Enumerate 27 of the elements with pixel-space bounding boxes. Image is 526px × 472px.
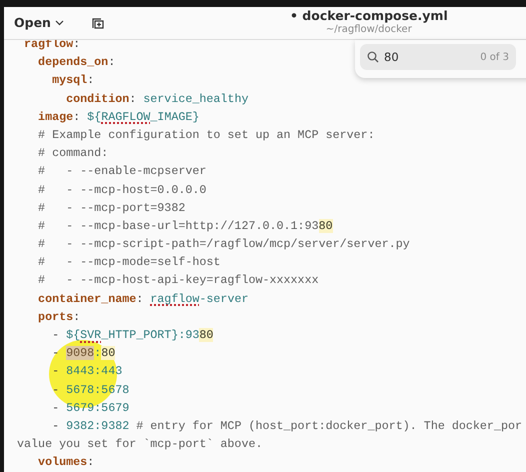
code-line: # - --mcp-base-url=http://127.0.0.1:9380 (37, 218, 333, 235)
file-path: ~/ragflow/docker (326, 23, 412, 38)
search-icon (367, 51, 379, 63)
code-line: # - --mcp-mode=self-host (37, 254, 220, 272)
code-line: # - --mcp-script-path=/ragflow/mcp/server/server.py (37, 236, 410, 254)
code-line: ports: (37, 308, 80, 326)
code-line: - 5679:5679 (51, 400, 130, 417)
code-line: # command: (37, 145, 108, 162)
code-line: container_name: ragflow-server (37, 290, 248, 308)
code-line: image: ${RAGFLOW_IMAGE} (37, 108, 200, 126)
code-line: volumes: (37, 454, 94, 472)
code-line: # Example configuration to set up an MCP server: (37, 126, 375, 144)
chevron-down-icon (54, 20, 64, 26)
open-button[interactable]: Open (8, 12, 70, 34)
match-count: 0 of 3 (480, 51, 509, 65)
code-line: depends_on: (37, 54, 116, 72)
code-line: - 9382:9382 # entry for MCP (host_port:docker_port). The docker_por (51, 418, 522, 435)
code-line: # - --mcp-port=9382 (37, 200, 186, 217)
code-line: value you set for `mcp-port` above. (16, 436, 262, 454)
code-line: condition: service_healthy (65, 90, 248, 108)
code-line: mysql: (51, 72, 94, 90)
new-tab-icon[interactable] (92, 17, 104, 29)
code-line: - ${SVR_HTTP_PORT}:9380 (51, 327, 214, 344)
code-line: # - --enable-mcpserver (37, 163, 206, 180)
file-title: • docker-compose.yml (290, 8, 448, 22)
code-line: # - --mcp-host-api-key=ragflow-xxxxxxx (37, 272, 319, 290)
code-line: # - --mcp-host=0.0.0.0 (37, 182, 206, 198)
